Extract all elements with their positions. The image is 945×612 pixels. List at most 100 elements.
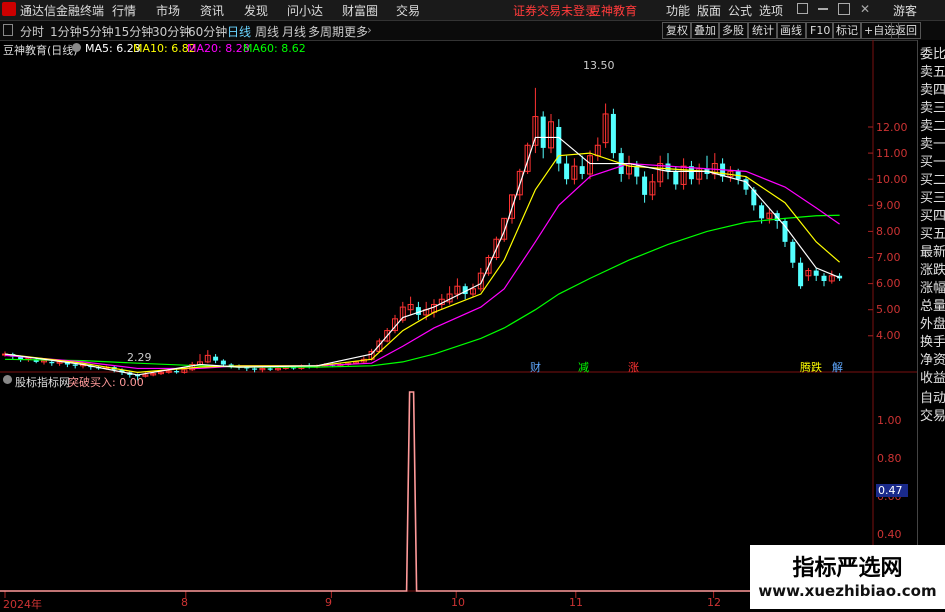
candle-body	[813, 270, 819, 276]
menu-quotes[interactable]: 行情	[112, 2, 136, 19]
period-weekly[interactable]: 周线	[255, 23, 279, 40]
rp-bid4[interactable]: 买四	[920, 210, 945, 223]
high-annotation: 13.50	[583, 59, 615, 72]
candle-body	[415, 307, 421, 315]
price-tick: 11.00	[876, 147, 908, 160]
quote-side-panel: 委比 卖五 卖四 卖三 卖二 卖一 买一 买二 买三 买四 买五 最新 涨跌 涨…	[917, 40, 945, 609]
event-marker-rise[interactable]: 涨	[628, 359, 639, 375]
rp-net-assets[interactable]: 净资	[920, 354, 945, 367]
app-title: 通达信金融终端	[20, 4, 105, 18]
menu-ask[interactable]: 问小达	[287, 2, 323, 19]
period-intraday[interactable]: 分时	[20, 23, 44, 40]
rp-ask1[interactable]: 卖一	[920, 138, 945, 151]
candle-body	[540, 116, 546, 148]
rp-earnings[interactable]: 收益	[920, 372, 945, 385]
period-more[interactable]: 更多	[344, 23, 368, 40]
menubar: 通达信金融终端 行情 市场 资讯 发现 问小达 财富圈 交易 证券交易未登录 豆…	[0, 0, 945, 21]
rp-bid3[interactable]: 买三	[920, 192, 945, 205]
candle-body	[72, 364, 78, 366]
candlestick-series	[2, 87, 843, 381]
candle-body	[579, 166, 585, 174]
restore-icon[interactable]	[797, 3, 808, 14]
candle-body	[213, 356, 219, 361]
indicator-name[interactable]: 股标指标网	[15, 374, 70, 390]
menu-wealth[interactable]: 财富圈	[342, 2, 378, 19]
price-tick: 12.00	[876, 121, 908, 134]
period-monthly[interactable]: 月线	[282, 23, 306, 40]
candle-body	[759, 205, 765, 219]
app-logo-icon	[2, 2, 16, 16]
period-60min[interactable]: 60分钟	[188, 23, 227, 40]
period-multi[interactable]: 多周期	[308, 23, 344, 40]
candle-body	[49, 361, 55, 364]
rp-ask3[interactable]: 卖三	[920, 102, 945, 115]
ma5-line	[4, 136, 840, 376]
rp-change-pct[interactable]: 涨幅	[920, 282, 945, 295]
draw-line-button[interactable]: 画线	[776, 22, 806, 39]
candle-body	[252, 368, 258, 370]
rp-order-ratio[interactable]: 委比	[920, 48, 945, 61]
account-name[interactable]: 豆神教育	[589, 2, 637, 19]
period-15min[interactable]: 15分钟	[114, 23, 153, 40]
rp-trade[interactable]: 交易	[920, 410, 945, 423]
menu-options[interactable]: 选项	[759, 2, 783, 19]
indicator-settings-dot-icon[interactable]	[3, 375, 12, 384]
price-tick: 9.00	[876, 199, 901, 212]
rp-change[interactable]: 涨跌	[920, 264, 945, 277]
stats-button[interactable]: 统计	[748, 22, 778, 39]
candle-body	[821, 275, 827, 281]
menu-trade[interactable]: 交易	[396, 2, 420, 19]
f10-button[interactable]: F10	[806, 22, 835, 39]
back-button[interactable]: 返回	[891, 22, 921, 39]
period-daily[interactable]: 日线	[227, 23, 251, 40]
event-marker-reduce[interactable]: 减	[578, 359, 589, 375]
candle-body	[798, 262, 804, 287]
maximize-icon[interactable]	[838, 3, 850, 15]
menu-formula[interactable]: 公式	[728, 2, 752, 19]
event-marker-fall[interactable]: 腾跌	[800, 359, 822, 375]
rp-auto[interactable]: 自动	[920, 392, 945, 405]
menu-function[interactable]: 功能	[666, 2, 690, 19]
period-5min[interactable]: 5分钟	[82, 23, 114, 40]
guest-button[interactable]: 游客	[893, 2, 917, 19]
menu-discover[interactable]: 发现	[244, 2, 268, 19]
rp-bid1[interactable]: 买一	[920, 156, 945, 169]
watermark: 指标严选网 www.xuezhibiao.com	[750, 545, 945, 609]
moving-average-lines	[4, 136, 840, 376]
stock-legend[interactable]: 豆神教育(日线)	[3, 42, 78, 58]
adjust-button[interactable]: 复权	[662, 22, 692, 39]
candle-body	[610, 113, 616, 154]
rp-bid2[interactable]: 买二	[920, 174, 945, 187]
candle-body	[564, 163, 570, 180]
menu-market[interactable]: 市场	[156, 2, 180, 19]
event-marker-finance[interactable]: 财	[530, 359, 541, 375]
chevron-right-icon[interactable]: ›	[367, 23, 372, 37]
rp-bid5[interactable]: 买五	[920, 228, 945, 241]
indicator-current-value: 0.47	[876, 484, 908, 497]
period-30min[interactable]: 30分钟	[152, 23, 191, 40]
rp-volume[interactable]: 总量	[920, 300, 945, 313]
date-tick: 11	[569, 596, 583, 609]
menu-layout[interactable]: 版面	[697, 2, 721, 19]
multistock-button[interactable]: 多股	[718, 22, 748, 39]
rp-latest[interactable]: 最新	[920, 246, 945, 259]
rp-ask2[interactable]: 卖二	[920, 120, 945, 133]
candle-body	[267, 368, 273, 370]
trade-login-notice[interactable]: 证券交易未登录	[513, 2, 597, 19]
panel-toggle-icon[interactable]	[3, 24, 13, 36]
rp-outer[interactable]: 外盘	[920, 318, 945, 331]
mark-button[interactable]: 标记	[832, 22, 862, 39]
minimize-icon[interactable]	[818, 8, 828, 10]
close-icon[interactable]: ✕	[860, 2, 870, 16]
settings-dot-icon[interactable]	[72, 43, 81, 52]
kline-chart[interactable]	[0, 40, 917, 609]
rp-ask4[interactable]: 卖四	[920, 84, 945, 97]
event-marker-unlock[interactable]: 解	[832, 359, 843, 375]
rp-ask5[interactable]: 卖五	[920, 66, 945, 79]
indicator-tick: 0.40	[877, 528, 902, 541]
overlay-button[interactable]: 叠加	[690, 22, 720, 39]
rp-turnover[interactable]: 换手	[920, 336, 945, 349]
menu-news[interactable]: 资讯	[200, 2, 224, 19]
period-toolbar: 分时 1分钟 5分钟 15分钟 30分钟 60分钟 日线 周线 月线 多周期 更…	[0, 21, 945, 41]
period-1min[interactable]: 1分钟	[50, 23, 82, 40]
